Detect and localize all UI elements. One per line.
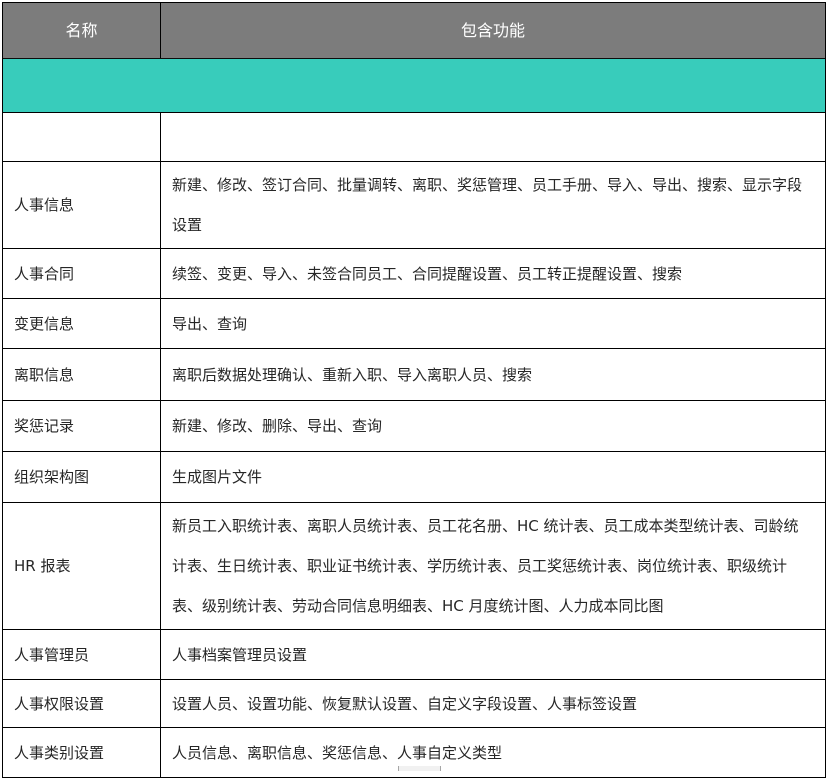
row-name-cell: 人事类别设置 — [3, 728, 161, 777]
table-row: 人事管理员 人事档案管理员设置 — [3, 629, 825, 679]
module-features: 新建、修改、删除、导出、查询 — [172, 406, 382, 446]
row-name-cell: 离职信息 — [3, 349, 161, 400]
module-name: 离职信息 — [14, 355, 74, 395]
table-row: 人事权限设置 设置人员、设置功能、恢复默认设置、自定义字段设置、人事标签设置 — [3, 679, 825, 727]
module-name: 人事信息 — [14, 185, 74, 225]
table-row: 奖惩记录 新建、修改、删除、导出、查询 — [3, 400, 825, 451]
row-features-cell: 导出、查询 — [161, 299, 825, 348]
module-features: 人员信息、离职信息、奖惩信息、人事自定义类型 — [172, 733, 502, 773]
row-name-cell: 人事权限设置 — [3, 680, 161, 727]
header-cell-name: 名称 — [3, 3, 161, 58]
table-row: 变更信息 导出、查询 — [3, 298, 825, 348]
module-features: 续签、变更、导入、未签合同员工、合同提醒设置、员工转正提醒设置、搜索 — [172, 254, 682, 294]
feature-table: 名称 包含功能 人事信息 新建、修改、签订合同、批量调转、离职、奖惩管理、员工手… — [2, 2, 826, 778]
module-features: 新建、修改、签订合同、批量调转、离职、奖惩管理、员工手册、导入、导出、搜索、显示… — [172, 165, 811, 245]
module-features: 导出、查询 — [172, 304, 247, 344]
module-name: 组织架构图 — [14, 457, 89, 497]
row-features-cell: 续签、变更、导入、未签合同员工、合同提醒设置、员工转正提醒设置、搜索 — [161, 249, 825, 298]
module-name: 人事管理员 — [14, 635, 89, 675]
module-name: 变更信息 — [14, 304, 74, 344]
row-name-cell: 变更信息 — [3, 299, 161, 348]
table-header-row: 名称 包含功能 — [3, 3, 825, 58]
row-features-cell: 离职后数据处理确认、重新入职、导入离职人员、搜索 — [161, 349, 825, 400]
row-name-cell: 组织架构图 — [3, 452, 161, 502]
module-features: 离职后数据处理确认、重新入职、导入离职人员、搜索 — [172, 355, 532, 395]
module-name: 人事合同 — [14, 254, 74, 294]
empty-row — [3, 112, 825, 161]
row-name-cell: 人事信息 — [3, 162, 161, 248]
header-name-label: 名称 — [65, 11, 97, 51]
section-divider-row — [3, 58, 825, 112]
row-features-cell: 新建、修改、签订合同、批量调转、离职、奖惩管理、员工手册、导入、导出、搜索、显示… — [161, 162, 825, 248]
table-row: 人事信息 新建、修改、签订合同、批量调转、离职、奖惩管理、员工手册、导入、导出、… — [3, 161, 825, 248]
module-name: 奖惩记录 — [14, 406, 74, 446]
row-features-cell: 设置人员、设置功能、恢复默认设置、自定义字段设置、人事标签设置 — [161, 680, 825, 727]
row-features-cell: 生成图片文件 — [161, 452, 825, 502]
module-features: 新员工入职统计表、离职人员统计表、员工花名册、HC 统计表、员工成本类型统计表、… — [172, 506, 811, 626]
module-name: HR 报表 — [14, 546, 70, 586]
module-features: 人事档案管理员设置 — [172, 635, 307, 675]
scrollbar-thumb[interactable] — [398, 766, 441, 771]
header-cell-features: 包含功能 — [161, 3, 825, 58]
header-features-label: 包含功能 — [461, 11, 525, 51]
table-row: 组织架构图 生成图片文件 — [3, 451, 825, 502]
row-name-cell: 人事合同 — [3, 249, 161, 298]
module-features: 生成图片文件 — [172, 457, 262, 497]
row-features-cell: 人事档案管理员设置 — [161, 630, 825, 679]
row-features-cell: 新建、修改、删除、导出、查询 — [161, 401, 825, 451]
row-name-cell: 奖惩记录 — [3, 401, 161, 451]
row-name-cell: 人事管理员 — [3, 630, 161, 679]
module-name: 人事权限设置 — [14, 684, 104, 724]
table-row: HR 报表 新员工入职统计表、离职人员统计表、员工花名册、HC 统计表、员工成本… — [3, 502, 825, 629]
row-name-cell: HR 报表 — [3, 503, 161, 629]
empty-name-cell — [3, 113, 161, 161]
table-row: 人事合同 续签、变更、导入、未签合同员工、合同提醒设置、员工转正提醒设置、搜索 — [3, 248, 825, 298]
module-name: 人事类别设置 — [14, 733, 104, 773]
empty-features-cell — [161, 113, 825, 161]
row-features-cell: 新员工入职统计表、离职人员统计表、员工花名册、HC 统计表、员工成本类型统计表、… — [161, 503, 825, 629]
row-features-cell: 人员信息、离职信息、奖惩信息、人事自定义类型 — [161, 728, 825, 777]
table-row: 离职信息 离职后数据处理确认、重新入职、导入离职人员、搜索 — [3, 348, 825, 400]
module-features: 设置人员、设置功能、恢复默认设置、自定义字段设置、人事标签设置 — [172, 684, 637, 724]
